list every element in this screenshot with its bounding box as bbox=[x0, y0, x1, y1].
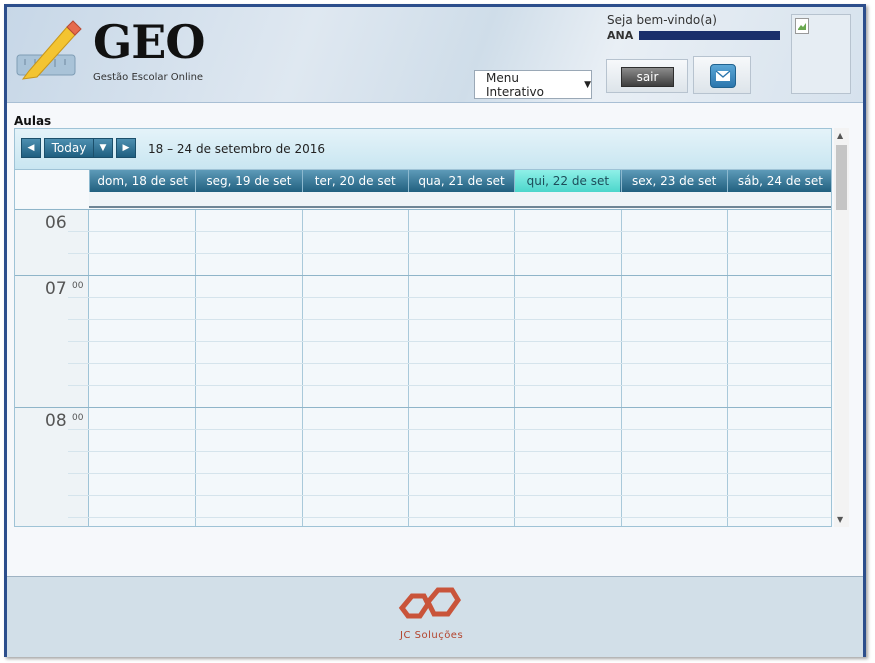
pencil-logo-icon bbox=[16, 20, 82, 80]
scroll-down-icon[interactable]: ▼ bbox=[837, 515, 843, 524]
time-slot-line bbox=[68, 319, 831, 320]
time-column: 06 07 00 08 00 bbox=[15, 209, 89, 526]
today-button[interactable]: Today bbox=[44, 138, 94, 158]
time-slot-line bbox=[68, 517, 831, 518]
day-column-line bbox=[301, 209, 303, 526]
day-header[interactable]: seg, 19 de set bbox=[195, 170, 301, 192]
day-column-line bbox=[620, 209, 622, 526]
interactive-menu-label: Menu Interativo bbox=[486, 70, 545, 99]
user-name: ANA bbox=[607, 28, 783, 42]
time-slot-line bbox=[68, 451, 831, 452]
day-header[interactable]: sáb, 24 de set bbox=[726, 170, 831, 192]
footer: JC Soluções bbox=[7, 576, 863, 657]
chevron-left-icon: ◀ bbox=[27, 143, 35, 153]
jc-logo-icon bbox=[398, 587, 461, 619]
hour-label: 07 bbox=[45, 279, 67, 299]
calendar-toolbar: ◀ Today ▼ ▶ 18 – 24 de setembro de 2016 bbox=[15, 129, 831, 170]
app-logo-title: GEO bbox=[93, 15, 205, 69]
header: GEO Gestão Escolar Online Menu Interativ… bbox=[7, 7, 863, 103]
day-header[interactable]: qua, 21 de set bbox=[407, 170, 514, 192]
user-name-text: ANA bbox=[607, 29, 634, 42]
time-slot-line bbox=[68, 473, 831, 474]
day-header[interactable]: sex, 23 de set bbox=[620, 170, 727, 192]
time-slot-line bbox=[68, 253, 831, 254]
time-grid[interactable]: 06 07 00 08 00 bbox=[15, 209, 831, 526]
logout-button[interactable]: sair bbox=[621, 67, 674, 87]
time-slot-line bbox=[68, 429, 831, 430]
day-column-line bbox=[407, 209, 409, 526]
redaction-bar bbox=[639, 31, 780, 40]
time-slot-line bbox=[68, 231, 831, 232]
chevron-right-icon: ▶ bbox=[122, 143, 130, 153]
welcome-text: Seja bem-vindo(a) bbox=[607, 13, 717, 27]
minute-label: 00 bbox=[72, 413, 84, 423]
app-logo-subtitle: Gestão Escolar Online bbox=[93, 72, 204, 83]
mail-icon bbox=[710, 64, 736, 88]
time-slot-line bbox=[68, 495, 831, 496]
all-day-row bbox=[15, 192, 831, 208]
day-column-line bbox=[514, 209, 516, 526]
chevron-down-icon: ▼ bbox=[99, 143, 107, 153]
user-photo bbox=[791, 14, 851, 94]
time-slot-line bbox=[15, 407, 831, 408]
scrollbar-thumb[interactable] bbox=[836, 145, 847, 210]
section-title: Aulas bbox=[14, 114, 52, 128]
day-column-line bbox=[726, 209, 728, 526]
calendar: ◀ Today ▼ ▶ 18 – 24 de setembro de 2016 … bbox=[14, 128, 832, 527]
time-slot-line bbox=[15, 209, 831, 210]
time-slot-line bbox=[68, 341, 831, 342]
time-slot-line bbox=[68, 363, 831, 364]
logout-button-frame: sair bbox=[606, 59, 688, 93]
messages-button[interactable] bbox=[693, 56, 751, 94]
next-week-button[interactable]: ▶ bbox=[116, 138, 136, 158]
day-column-line bbox=[195, 209, 197, 526]
chevron-down-icon: ▼ bbox=[584, 79, 591, 90]
hour-label: 08 bbox=[45, 411, 67, 431]
day-header[interactable]: ter, 20 de set bbox=[301, 170, 408, 192]
scroll-up-icon[interactable]: ▲ bbox=[837, 131, 843, 140]
broken-image-icon bbox=[795, 18, 809, 34]
time-slot-line bbox=[68, 297, 831, 298]
view-dropdown-button[interactable]: ▼ bbox=[93, 138, 113, 158]
day-header-today[interactable]: qui, 22 de set bbox=[514, 170, 621, 192]
interactive-menu-button[interactable]: Menu Interativo ▼ bbox=[474, 70, 592, 99]
app-frame: GEO Gestão Escolar Online Menu Interativ… bbox=[4, 4, 866, 657]
time-slot-line bbox=[15, 275, 831, 276]
day-header-row: dom, 18 de set seg, 19 de set ter, 20 de s… bbox=[15, 170, 831, 192]
header-corner bbox=[15, 170, 89, 208]
minute-label: 00 bbox=[72, 281, 84, 291]
day-header[interactable]: dom, 18 de set bbox=[89, 170, 195, 192]
vertical-scrollbar[interactable]: ▲ ▼ bbox=[834, 128, 849, 527]
time-slot-line bbox=[68, 385, 831, 386]
footer-brand: JC Soluções bbox=[400, 630, 464, 641]
prev-week-button[interactable]: ◀ bbox=[21, 138, 41, 158]
hour-label: 06 bbox=[45, 213, 67, 233]
date-range: 18 – 24 de setembro de 2016 bbox=[148, 142, 326, 156]
